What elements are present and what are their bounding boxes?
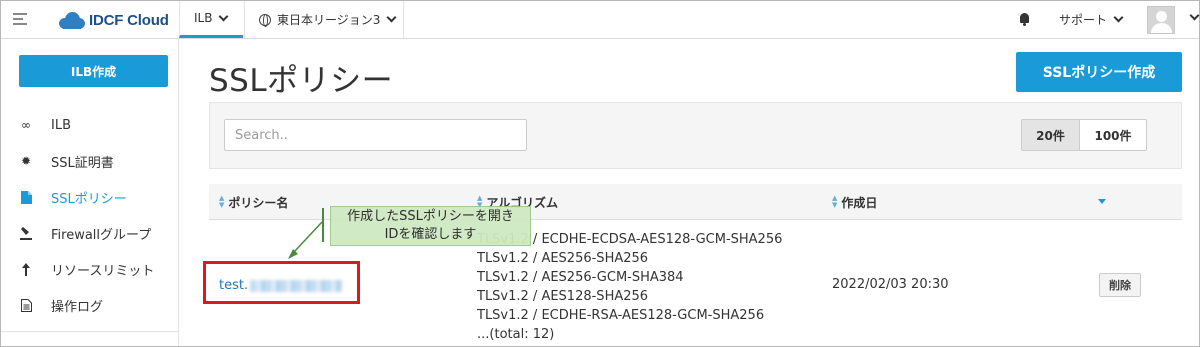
search-panel: 20件 100件: [209, 102, 1182, 169]
avatar[interactable]: [1147, 6, 1175, 34]
sidebar-item-label: リソースリミット: [51, 263, 155, 279]
log-icon: [19, 298, 33, 312]
support-dropdown[interactable]: サポート: [1059, 1, 1124, 38]
sidebar-item-label: 操作ログ: [51, 299, 104, 315]
sort-icon: ▲ ▼: [832, 194, 838, 209]
created-date: 2022/02/03 20:30: [832, 277, 949, 292]
per-page-toggle: 20件 100件: [1021, 119, 1147, 151]
search-input[interactable]: [224, 119, 527, 151]
chevron-down-icon: [386, 12, 397, 23]
hamburger-menu-icon[interactable]: [13, 13, 27, 25]
algorithm-item: TLSv1.2 / AES256-GCM-SHA384: [477, 270, 684, 285]
algorithm-total: ...(total: 12): [477, 327, 555, 342]
algorithm-item: TLSv1.2 / AES256-SHA256: [477, 251, 649, 266]
chevron-down-icon: [219, 11, 229, 21]
sidebar-item-operation-log[interactable]: 操作ログ: [1, 293, 179, 317]
top-navbar: IDCF Cloud ILB 東日本リージョン3 サポート: [1, 1, 1200, 39]
support-dropdown-label: サポート: [1059, 13, 1108, 27]
algorithm-list: TLSv1.2 / ECDHE-ECDSA-AES128-GCM-SHA256 …: [477, 230, 782, 344]
sidebar-item-ssl-policy[interactable]: SSLポリシー: [1, 185, 179, 209]
delete-button[interactable]: 削除: [1099, 273, 1141, 297]
sidebar-item-label: Firewallグループ: [51, 227, 152, 243]
callout-leader-line: [322, 208, 324, 242]
sidebar-item-firewall-group[interactable]: Firewallグループ: [1, 221, 179, 245]
algorithm-item: TLSv1.2 / AES128-SHA256: [477, 289, 649, 304]
region-dropdown[interactable]: 東日本リージョン3: [244, 1, 404, 38]
service-dropdown[interactable]: ILB: [179, 1, 243, 38]
arrow-up-icon: [19, 262, 33, 276]
per-page-20-button[interactable]: 20件: [1022, 120, 1080, 150]
column-header-created[interactable]: ▲ ▼ 作成日: [832, 184, 877, 220]
sidebar-item-ilb[interactable]: ∞ ILB: [1, 113, 179, 137]
annotation-callout: 作成したSSLポリシーを開き IDを確認します: [330, 206, 531, 246]
create-ilb-button[interactable]: ILB作成: [19, 55, 168, 87]
brand-logo[interactable]: IDCF Cloud: [59, 10, 169, 30]
annotation-line: IDを確認します: [384, 227, 477, 242]
sidebar-item-ssl-certificate[interactable]: ✹ SSL証明書: [1, 149, 179, 173]
service-dropdown-label: ILB: [194, 11, 213, 25]
sidebar-item-label: SSLポリシー: [51, 191, 127, 207]
bell-icon[interactable]: [1019, 13, 1030, 26]
per-page-100-button[interactable]: 100件: [1080, 120, 1146, 150]
brand-name: IDCF Cloud: [89, 11, 169, 29]
sidebar-divider: [1, 331, 179, 332]
highlight-box: [203, 261, 360, 304]
globe-icon: [259, 13, 271, 27]
page-title: SSLポリシー: [209, 63, 394, 99]
seal-icon: ✹: [20, 154, 32, 168]
region-dropdown-label: 東日本リージョン3: [277, 13, 381, 27]
chevron-down-icon: [1113, 12, 1124, 23]
column-header-policy-name[interactable]: ▲ ▼ ポリシー名: [219, 184, 288, 220]
column-menu-caret-icon[interactable]: [1098, 199, 1106, 204]
shield-icon: [19, 226, 33, 240]
column-header-label: ポリシー名: [228, 195, 289, 210]
cloud-logo-icon: [59, 11, 85, 29]
document-icon: [19, 190, 33, 204]
chevron-down-icon[interactable]: [1189, 10, 1200, 21]
infinity-icon: ∞: [21, 118, 31, 132]
sidebar: ILB作成 ∞ ILB ✹ SSL証明書 SSLポリシー Firewallグルー…: [1, 39, 179, 346]
annotation-line: 作成したSSLポリシーを開き: [347, 209, 514, 224]
sidebar-item-label: ILB: [51, 117, 71, 133]
column-header-label: 作成日: [841, 195, 878, 210]
create-ssl-policy-button[interactable]: SSLポリシー作成: [1016, 52, 1182, 92]
sidebar-item-label: SSL証明書: [51, 155, 114, 171]
sidebar-item-resource-limit[interactable]: リソースリミット: [1, 257, 179, 281]
sort-icon: ▲ ▼: [219, 194, 225, 209]
algorithm-item: TLSv1.2 / ECDHE-RSA-AES128-GCM-SHA256: [477, 308, 765, 323]
